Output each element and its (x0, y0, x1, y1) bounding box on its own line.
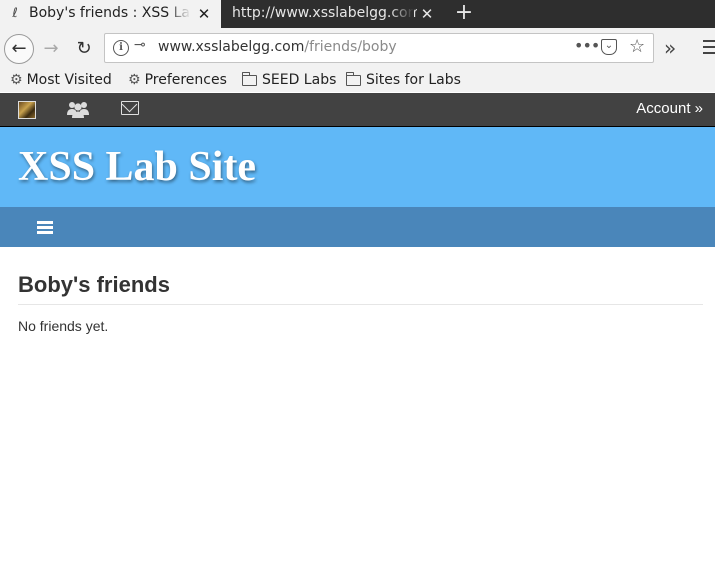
tab-inactive[interactable]: http://www.xsslabelgg.com/ ✕ (222, 0, 444, 28)
overflow-chevron-icon[interactable]: » (664, 36, 676, 60)
account-arrow-icon: » (694, 100, 703, 117)
bookmark-star-icon[interactable]: ☆ (629, 36, 645, 57)
site-menubar (0, 207, 715, 247)
site-header: XSS Lab Site (0, 127, 715, 207)
bookmark-seed-labs[interactable]: SEED Labs (242, 69, 336, 91)
tab-title-fade (390, 0, 414, 28)
site-topbar: Account » (0, 93, 715, 127)
forward-button[interactable]: → (38, 36, 64, 62)
gear-icon: ⚙ (128, 72, 141, 88)
reload-button[interactable]: ↻ (71, 36, 97, 62)
messages-mail-icon[interactable] (121, 101, 139, 115)
close-tab-icon[interactable]: ✕ (195, 4, 213, 24)
gear-icon: ⚙ (10, 72, 23, 88)
bookmarks-toolbar: ⚙ Most Visited ⚙ Preferences SEED Labs S… (0, 68, 715, 92)
new-tab-button[interactable]: + (452, 0, 476, 28)
site-menu-toggle-icon[interactable] (37, 221, 53, 235)
friends-icon[interactable] (66, 99, 90, 119)
account-label: Account (636, 100, 691, 117)
browser-tab-strip: ℓ Boby's friends : XSS Lab Site ✕ http:/… (0, 0, 715, 28)
page-favicon-icon: ℓ (12, 6, 18, 21)
bookmark-most-visited[interactable]: ⚙ Most Visited (10, 69, 112, 91)
url-path: /friends/boby (304, 39, 397, 55)
bookmark-sites-for-labs[interactable]: Sites for Labs (346, 69, 461, 91)
main-content: Boby's friends No friends yet. (18, 272, 703, 334)
url-text[interactable]: www.xsslabelgg.com/friends/boby (158, 39, 397, 55)
folder-icon (346, 71, 361, 86)
tab-active[interactable]: ℓ Boby's friends : XSS Lab Site ✕ (0, 0, 221, 28)
bookmark-label: Most Visited (26, 72, 112, 88)
bookmark-label: SEED Labs (262, 72, 337, 88)
page-actions-icon[interactable]: ••• (574, 36, 600, 55)
tab-title-fade (167, 0, 191, 28)
close-tab-icon[interactable]: ✕ (418, 4, 436, 24)
site-info-icon[interactable]: i (113, 40, 129, 56)
browser-navigation-bar: ← → ↻ i ⊸ www.xsslabelgg.com/friends/bob… (0, 28, 715, 68)
site-title[interactable]: XSS Lab Site (18, 143, 256, 191)
back-button[interactable]: ← (4, 34, 34, 64)
address-bar[interactable]: i ⊸ www.xsslabelgg.com/friends/boby ••• … (104, 33, 654, 63)
account-menu[interactable]: Account » (636, 100, 703, 117)
bookmark-label: Sites for Labs (366, 72, 461, 88)
pocket-icon[interactable]: ⌄ (601, 39, 617, 55)
user-avatar[interactable] (18, 101, 36, 119)
bookmark-label: Preferences (144, 72, 227, 88)
hamburger-menu-icon[interactable] (703, 36, 715, 60)
empty-state-message: No friends yet. (18, 318, 109, 334)
page-title: Boby's friends (18, 272, 703, 305)
bookmark-preferences[interactable]: ⚙ Preferences (128, 69, 227, 91)
key-icon[interactable]: ⊸ (134, 37, 146, 53)
url-host: www.xsslabelgg.com (158, 39, 305, 55)
folder-icon (242, 71, 257, 86)
